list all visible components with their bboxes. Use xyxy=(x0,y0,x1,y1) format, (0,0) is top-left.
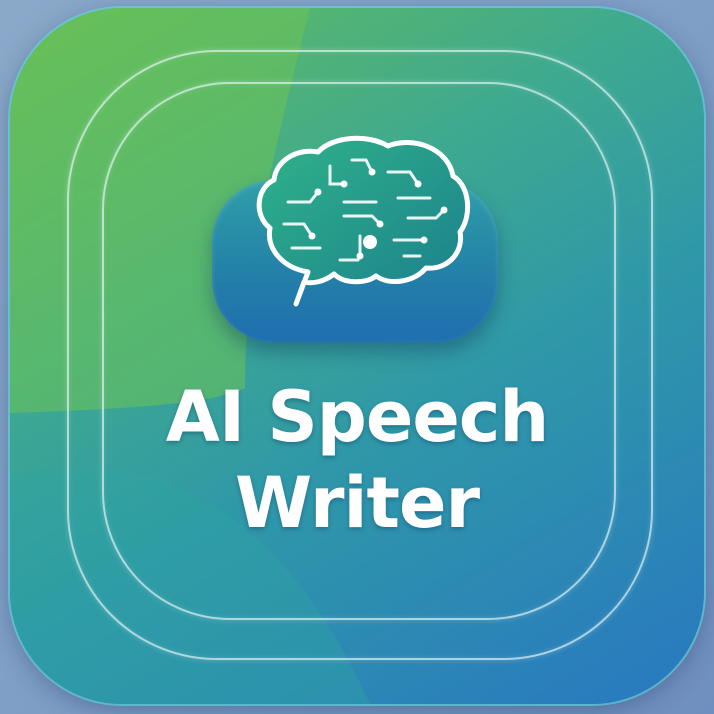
app-title-line2: Writer xyxy=(235,462,480,544)
app-title-line1: AI Speech xyxy=(165,376,549,458)
app-icon-tile: AI Speech Writer xyxy=(10,8,704,704)
app-title: AI Speech Writer xyxy=(10,374,704,546)
brain-speech-bubble-icon xyxy=(256,135,471,307)
